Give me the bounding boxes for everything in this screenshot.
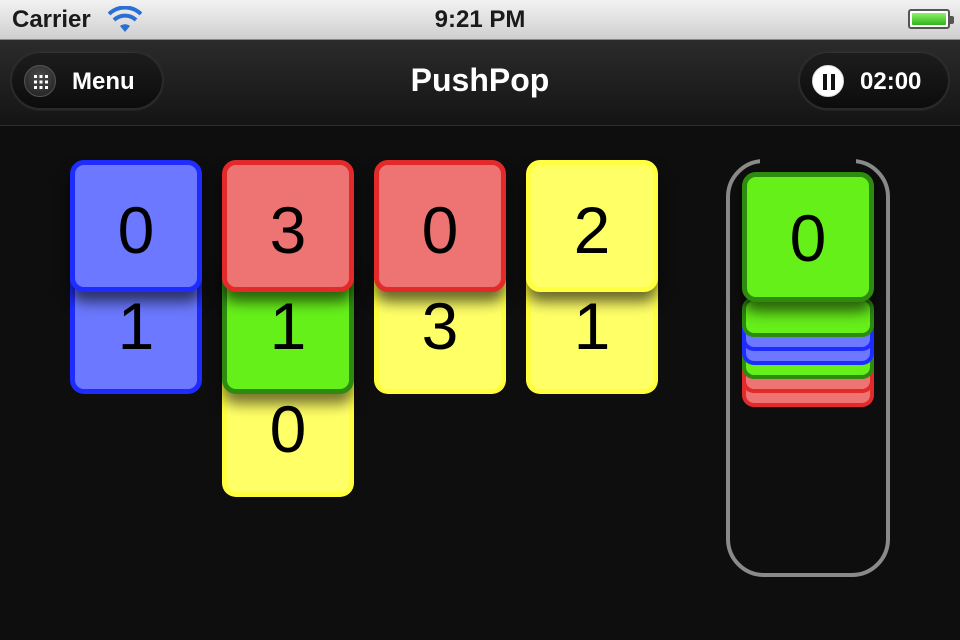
tile-col3-1[interactable]: 0 (374, 160, 506, 292)
status-bar: Carrier 9:21 PM (0, 0, 960, 40)
clock: 9:21 PM (434, 6, 526, 33)
tile-col4-1[interactable]: 2 (526, 160, 658, 292)
tube-top-tile[interactable]: 0 (742, 172, 874, 302)
game-board: 1 0 0 1 3 3 0 1 2 0 (0, 127, 960, 640)
tile-col2-1[interactable]: 3 (222, 160, 354, 292)
pause-timer-button[interactable]: 02:00 (798, 50, 950, 110)
tile-col1-1[interactable]: 0 (70, 160, 202, 292)
nav-bar: Menu PushPop 02:00 (0, 40, 960, 126)
stack-card-1 (742, 297, 874, 337)
pause-icon (812, 65, 844, 97)
timer-label: 02:00 (860, 68, 922, 95)
battery-icon (908, 9, 954, 29)
